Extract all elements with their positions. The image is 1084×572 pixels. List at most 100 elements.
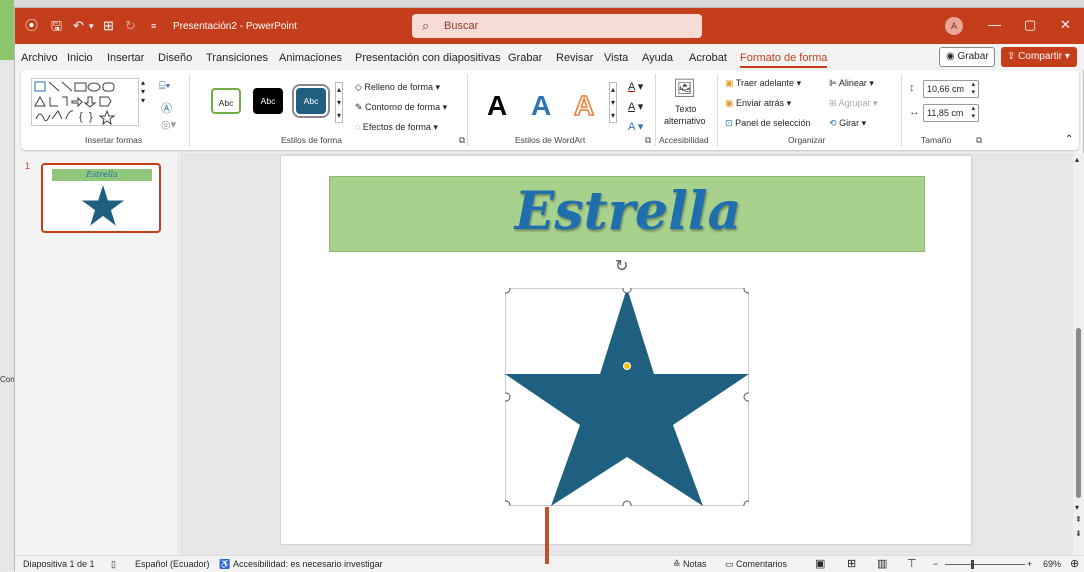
group-label: Agrupar xyxy=(838,98,871,108)
rotate-button[interactable]: ⟲ Girar ▾ xyxy=(829,118,866,129)
language-status[interactable]: Español (Ecuador) xyxy=(135,559,210,569)
tab-acrobat[interactable]: Acrobat xyxy=(689,52,727,64)
redo-icon[interactable]: ↻ xyxy=(125,18,136,34)
normal-view-icon[interactable]: ▣ xyxy=(815,557,825,570)
bring-forward-label: Traer adelante xyxy=(735,78,795,88)
svg-text:{: { xyxy=(79,111,83,123)
tab-revisar[interactable]: Revisar xyxy=(556,52,593,64)
alt-text-icon[interactable]: 🖼 xyxy=(673,78,696,99)
tab-transiciones[interactable]: Transiciones xyxy=(206,52,268,64)
wordart-orange-outline[interactable]: A xyxy=(573,89,595,122)
undo-dropdown-icon[interactable]: ▾ xyxy=(89,18,94,34)
text-outline-icon[interactable]: A ▾ xyxy=(628,100,643,113)
comments-button[interactable]: ▭ Comentarios xyxy=(725,559,787,570)
scroll-down-icon[interactable]: ▾ xyxy=(1075,503,1079,512)
wordart-black[interactable]: A xyxy=(487,90,507,122)
wordart-blue[interactable]: A xyxy=(531,90,551,122)
record-button[interactable]: ◉ Grabar xyxy=(939,47,995,67)
dialog-launcher-icon[interactable]: ⧉ xyxy=(976,135,982,146)
slideshow-icon[interactable]: ⊤ xyxy=(907,557,917,570)
zoom-level[interactable]: 69% xyxy=(1043,559,1061,569)
zoom-in-icon[interactable]: + xyxy=(1027,559,1032,569)
edit-shape-icon[interactable]: ⌸▾ xyxy=(159,80,170,93)
send-backward-label: Enviar atrás xyxy=(736,98,785,108)
undo-icon[interactable]: ↶ xyxy=(73,18,84,34)
shape-style-black[interactable]: Abc xyxy=(253,88,283,114)
restore-icon[interactable]: ▢ xyxy=(1024,17,1036,33)
slide-thumbnails-pane: 1 Estrella xyxy=(15,153,179,555)
width-spinner-icon[interactable]: ▴ ▾ xyxy=(971,105,975,121)
tab-archivo[interactable]: Archivo xyxy=(21,52,58,64)
reading-view-icon[interactable]: ▥ xyxy=(877,557,887,570)
shapes-more-icon[interactable]: ▴ ▾ ▾ xyxy=(141,78,145,105)
slide-title: Estrella xyxy=(514,181,742,242)
align-button[interactable]: ⊫ Alinear ▾ xyxy=(829,78,874,89)
slide[interactable]: Estrella ↻ xyxy=(281,156,971,544)
wordart-scroll-icon[interactable]: ▴ ▾ ▾ xyxy=(609,82,618,123)
zoom-slider[interactable] xyxy=(945,564,1025,565)
collapse-ribbon-icon[interactable]: ⌃ xyxy=(1065,134,1073,145)
tab-inicio[interactable]: Inicio xyxy=(67,52,93,64)
scrollbar-thumb[interactable] xyxy=(1076,328,1081,498)
accessibility-status[interactable]: Accesibilidad: es necesario investigar xyxy=(233,559,383,569)
next-slide-icon[interactable]: ⇟ xyxy=(1075,529,1082,538)
group-button[interactable]: ⊞ Agrupar ▾ xyxy=(829,98,878,109)
present-icon[interactable]: ⊞ xyxy=(103,18,114,34)
merge-shapes-icon[interactable]: ◎▾ xyxy=(161,118,176,131)
search-placeholder: Buscar xyxy=(444,20,479,32)
vertical-scrollbar[interactable]: ▴ ▾ ⇞ ⇟ xyxy=(1073,153,1084,555)
selection-pane-button[interactable]: ⊡ Panel de selección xyxy=(725,118,811,129)
shape-styles-scroll-icon[interactable]: ▴ ▾ ▾ xyxy=(335,82,344,123)
previous-slide-icon[interactable]: ⇞ xyxy=(1075,515,1082,524)
share-button[interactable]: ⇪ Compartir ▾ xyxy=(1001,47,1077,67)
notes-button[interactable]: ≙ Notas xyxy=(673,559,707,570)
shape-fill-button[interactable]: ◇ Relleno de forma ▾ xyxy=(355,82,440,93)
bring-forward-button[interactable]: ▣ Traer adelante ▾ xyxy=(725,78,801,89)
notes-check-icon[interactable]: ▯ xyxy=(111,559,116,570)
slide-thumbnail[interactable]: Estrella xyxy=(41,163,161,233)
height-value: 10,66 cm xyxy=(927,84,965,94)
tab-ayuda[interactable]: Ayuda xyxy=(642,52,673,64)
rotate-handle-icon[interactable]: ↻ xyxy=(615,256,628,276)
search-box[interactable]: ⌕ Buscar xyxy=(412,14,702,38)
powerpoint-window: ⦿ 🖫 ↶ ▾ ⊞ ↻ ≡ Presentación2 - PowerPoint… xyxy=(14,7,1084,572)
height-spinner-icon[interactable]: ▴ ▾ xyxy=(971,81,975,97)
title-shape[interactable]: Estrella xyxy=(329,176,925,252)
text-box-icon[interactable]: Ⓐ xyxy=(161,100,172,116)
dialog-launcher-icon[interactable]: ⧉ xyxy=(645,135,651,146)
tab-formato-de-forma[interactable]: Formato de forma xyxy=(740,52,828,68)
width-field[interactable]: 11,85 cm ▴ ▾ xyxy=(923,104,979,122)
star-shape[interactable] xyxy=(501,284,753,510)
alt-text-label-2[interactable]: alternativo xyxy=(664,116,706,126)
zoom-slider-thumb[interactable] xyxy=(971,560,974,569)
tab-insertar[interactable]: Insertar xyxy=(107,52,144,64)
customize-toolbar-icon[interactable]: ≡ xyxy=(151,18,156,34)
tab-diseno[interactable]: Diseño xyxy=(158,52,192,64)
save-icon[interactable]: 🖫 xyxy=(51,18,62,34)
send-backward-button[interactable]: ▣ Enviar atrás ▾ xyxy=(725,98,791,109)
shape-style-selected[interactable]: Abc xyxy=(292,84,330,118)
shape-outline-button[interactable]: ✎ Contorno de forma ▾ xyxy=(355,102,447,113)
close-icon[interactable]: ✕ xyxy=(1060,17,1071,33)
text-fill-icon[interactable]: A ▾ xyxy=(628,80,643,93)
tab-vista[interactable]: Vista xyxy=(604,52,628,64)
text-effects-icon[interactable]: A ▾ xyxy=(628,120,643,133)
zoom-out-icon[interactable]: − xyxy=(933,559,938,569)
minimize-icon[interactable]: — xyxy=(988,17,1001,32)
slide-sorter-icon[interactable]: ⊞ xyxy=(847,557,856,570)
slide-canvas: Estrella ↻ xyxy=(180,153,1073,555)
scroll-up-icon[interactable]: ▴ xyxy=(1075,155,1079,164)
shapes-gallery[interactable]: { } xyxy=(31,78,139,126)
shape-effects-button[interactable]: ◌ Efectos de forma ▾ xyxy=(355,122,438,133)
accessibility-icon[interactable]: ♿ xyxy=(219,559,230,570)
divider xyxy=(467,74,468,146)
tab-animaciones[interactable]: Animaciones xyxy=(279,52,342,64)
shape-style-outline[interactable]: Abc xyxy=(211,88,241,114)
alt-text-label-1[interactable]: Texto xyxy=(675,104,697,114)
tab-grabar[interactable]: Grabar xyxy=(508,52,542,64)
fit-slide-icon[interactable]: ⊕ xyxy=(1070,557,1079,570)
avatar[interactable]: A xyxy=(945,17,963,35)
dialog-launcher-icon[interactable]: ⧉ xyxy=(459,135,465,146)
height-field[interactable]: 10,66 cm ▴ ▾ xyxy=(923,80,979,98)
tab-presentacion[interactable]: Presentación con diapositivas xyxy=(355,52,501,64)
